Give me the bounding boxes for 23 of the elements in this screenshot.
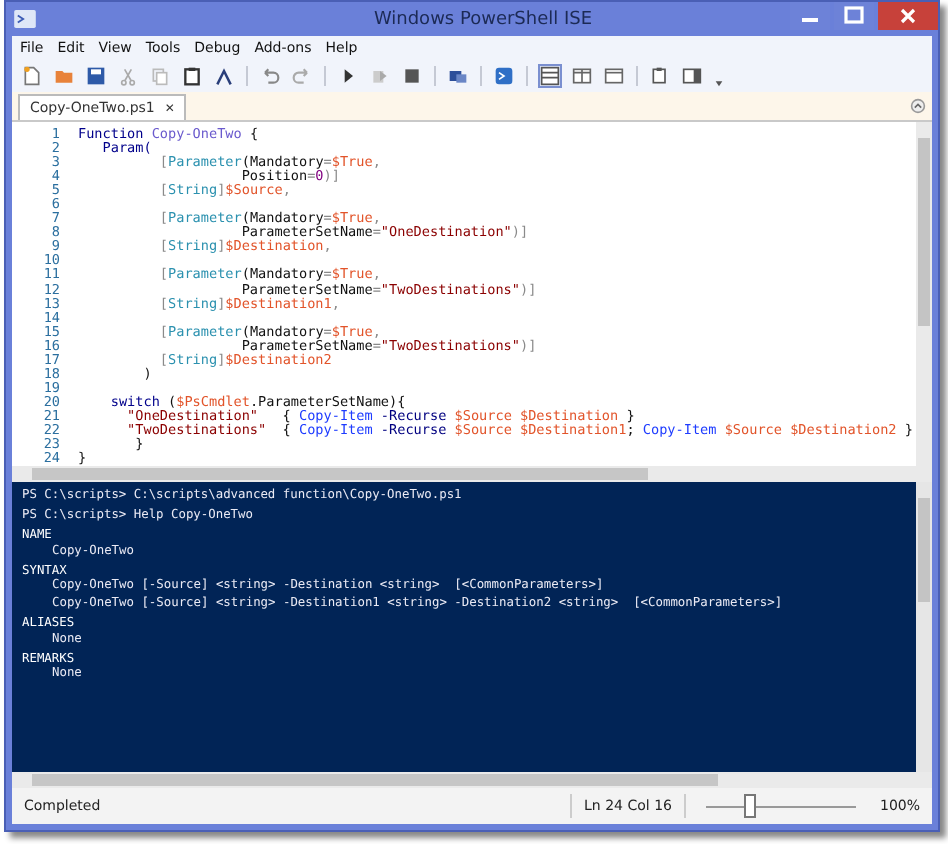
- save-icon[interactable]: [86, 66, 106, 86]
- scrollbar[interactable]: [12, 772, 932, 788]
- close-button[interactable]: [878, 2, 938, 30]
- console-icon[interactable]: [494, 66, 514, 86]
- undo-icon[interactable]: [260, 66, 280, 86]
- overflow-caret-icon[interactable]: [714, 77, 724, 87]
- folder-icon[interactable]: [54, 66, 74, 86]
- slider-thumb[interactable]: [743, 794, 756, 818]
- collapse-icon[interactable]: [910, 98, 926, 114]
- new-file-icon[interactable]: [22, 66, 42, 86]
- maximized-pane-icon[interactable]: [604, 66, 624, 86]
- layout-top-icon[interactable]: [540, 66, 560, 86]
- app-icon: [14, 10, 36, 28]
- stop-icon[interactable]: [402, 66, 422, 86]
- scrollbar[interactable]: [916, 482, 932, 772]
- clipboard-icon[interactable]: [182, 66, 202, 86]
- command-pane-icon[interactable]: [682, 66, 702, 86]
- layout-side-icon[interactable]: [572, 66, 592, 86]
- window-title: Windows PowerShell ISE: [371, 9, 593, 29]
- scrollbar[interactable]: [916, 122, 932, 466]
- maximize-button[interactable]: [834, 2, 874, 30]
- remote-tab-icon[interactable]: [448, 66, 468, 86]
- scrollbar[interactable]: [12, 466, 932, 482]
